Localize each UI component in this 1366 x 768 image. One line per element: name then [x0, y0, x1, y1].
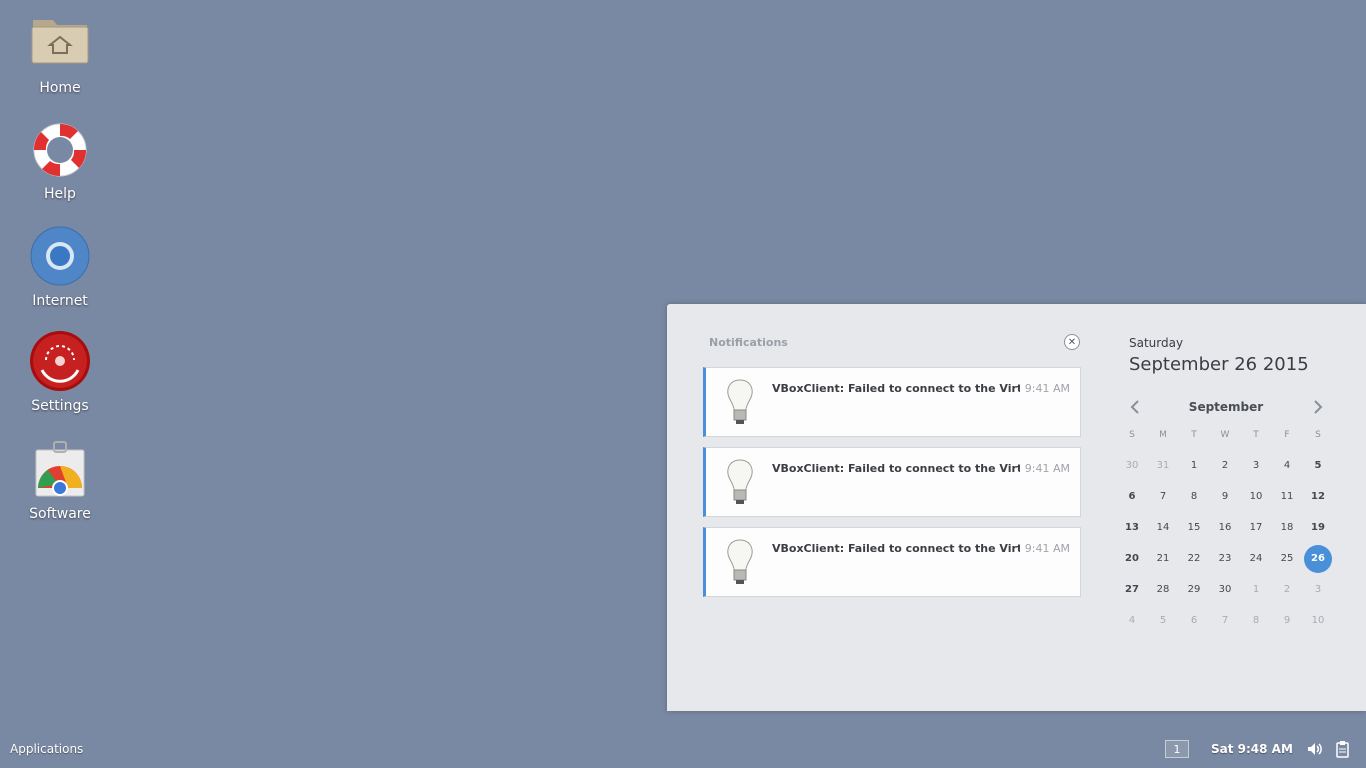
calendar-day[interactable]: 20 — [1118, 545, 1146, 573]
calendar-day[interactable]: 10 — [1242, 483, 1270, 511]
calendar-weekday-header: S — [1129, 430, 1135, 440]
desktop-icon-label: Software — [29, 506, 91, 522]
calendar-weekday-header: F — [1284, 430, 1290, 440]
calendar-day[interactable]: 5 — [1149, 607, 1177, 635]
desktop-icon-internet[interactable]: Internet — [10, 225, 110, 309]
calendar-day[interactable]: 9 — [1273, 607, 1301, 635]
calendar-day[interactable]: 3 — [1242, 452, 1270, 480]
notification-item[interactable]: VBoxClient: Failed to connect to the Vir… — [703, 527, 1081, 597]
workspace-indicator[interactable]: 1 — [1165, 740, 1189, 758]
desktop-icon-home[interactable]: Home — [10, 12, 110, 96]
calendar-day[interactable]: 8 — [1180, 483, 1208, 511]
calendar-day[interactable]: 11 — [1273, 483, 1301, 511]
calendar-day[interactable]: 28 — [1149, 576, 1177, 604]
calendar-day[interactable]: 27 — [1118, 576, 1146, 604]
clock-button[interactable]: Sat 9:48 AM — [1211, 742, 1293, 756]
calendar-day[interactable]: 31 — [1149, 452, 1177, 480]
calendar-day[interactable]: 22 — [1180, 545, 1208, 573]
notifications-title: Notifications — [709, 336, 788, 349]
calendar-day[interactable]: 6 — [1118, 483, 1146, 511]
notification-message: VBoxClient: Failed to connect to the Vir… — [772, 382, 1020, 395]
calendar-day[interactable]: 17 — [1242, 514, 1270, 542]
notification-time: 9:41 AM — [1024, 542, 1070, 555]
calendar-day[interactable]: 30 — [1211, 576, 1239, 604]
calendar-day[interactable]: 23 — [1211, 545, 1239, 573]
notification-item[interactable]: VBoxClient: Failed to connect to the Vir… — [703, 367, 1081, 437]
notification-message: VBoxClient: Failed to connect to the Vir… — [772, 542, 1020, 555]
notification-item[interactable]: VBoxClient: Failed to connect to the Vir… — [703, 447, 1081, 517]
clipboard-icon[interactable] — [1334, 740, 1352, 758]
calendar-day[interactable]: 18 — [1273, 514, 1301, 542]
calendar-day[interactable]: 14 — [1149, 514, 1177, 542]
calendar-weekday-header: S — [1315, 430, 1321, 440]
calendar-day[interactable]: 12 — [1304, 483, 1332, 511]
home-folder-icon — [28, 12, 92, 76]
desktop-icon-label: Internet — [32, 293, 88, 309]
lightbulb-icon — [724, 378, 756, 428]
calendar-day[interactable]: 25 — [1273, 545, 1301, 573]
software-store-icon — [28, 438, 92, 502]
calendar-day[interactable]: 4 — [1118, 607, 1146, 635]
calendar-weekday-header: T — [1253, 430, 1259, 440]
calendar-day[interactable]: 26 — [1304, 545, 1332, 573]
calendar-month-label: September — [1188, 400, 1264, 414]
calendar-day[interactable]: 9 — [1211, 483, 1239, 511]
calendar-day[interactable]: 5 — [1304, 452, 1332, 480]
notification-time: 9:41 AM — [1024, 382, 1070, 395]
desktop-icon-software[interactable]: Software — [10, 438, 110, 522]
calendar-day[interactable]: 2 — [1211, 452, 1239, 480]
desktop-icon-label: Settings — [31, 398, 89, 414]
calendar-day[interactable]: 1 — [1180, 452, 1208, 480]
applications-menu-button[interactable]: Applications — [10, 742, 83, 756]
desktop-icon-label: Help — [44, 186, 76, 202]
calendar-day[interactable]: 7 — [1149, 483, 1177, 511]
volume-icon[interactable] — [1306, 740, 1324, 758]
notification-message: VBoxClient: Failed to connect to the Vir… — [772, 462, 1020, 475]
calendar-day[interactable]: 24 — [1242, 545, 1270, 573]
calendar-day[interactable]: 15 — [1180, 514, 1208, 542]
calendar-day[interactable]: 3 — [1304, 576, 1332, 604]
calendar-day[interactable]: 4 — [1273, 452, 1301, 480]
calendar-day[interactable]: 6 — [1180, 607, 1208, 635]
calendar-day[interactable]: 7 — [1211, 607, 1239, 635]
calendar-day[interactable]: 13 — [1118, 514, 1146, 542]
lightbulb-icon — [724, 538, 756, 588]
settings-icon — [28, 330, 92, 394]
desktop-icon-help[interactable]: Help — [10, 118, 110, 202]
calendar-weekday-header: M — [1159, 430, 1167, 440]
chevron-left-icon[interactable] — [1128, 398, 1142, 416]
chevron-right-icon[interactable] — [1311, 398, 1325, 416]
calendar-day[interactable]: 19 — [1304, 514, 1332, 542]
close-icon[interactable]: ✕ — [1064, 334, 1080, 350]
calendar-day[interactable]: 21 — [1149, 545, 1177, 573]
calendar-day[interactable]: 30 — [1118, 452, 1146, 480]
calendar-day-name: Saturday — [1129, 336, 1184, 350]
notification-time: 9:41 AM — [1024, 462, 1070, 475]
calendar-day[interactable]: 16 — [1211, 514, 1239, 542]
calendar-day[interactable]: 10 — [1304, 607, 1332, 635]
calendar-weekday-header: T — [1191, 430, 1197, 440]
calendar-day[interactable]: 2 — [1273, 576, 1301, 604]
calendar-full-date[interactable]: September 26 2015 — [1129, 354, 1309, 375]
calendar-day[interactable]: 29 — [1180, 576, 1208, 604]
calendar-weekday-header: W — [1220, 430, 1230, 440]
message-tray: Notifications ✕ VBoxClient: Failed to co… — [667, 304, 1366, 711]
desktop-icon-settings[interactable]: Settings — [10, 330, 110, 414]
lightbulb-icon — [724, 458, 756, 508]
lifebuoy-icon — [28, 118, 92, 182]
chromium-icon — [28, 225, 92, 289]
calendar-day[interactable]: 1 — [1242, 576, 1270, 604]
calendar-day[interactable]: 8 — [1242, 607, 1270, 635]
desktop-icon-label: Home — [39, 80, 81, 96]
